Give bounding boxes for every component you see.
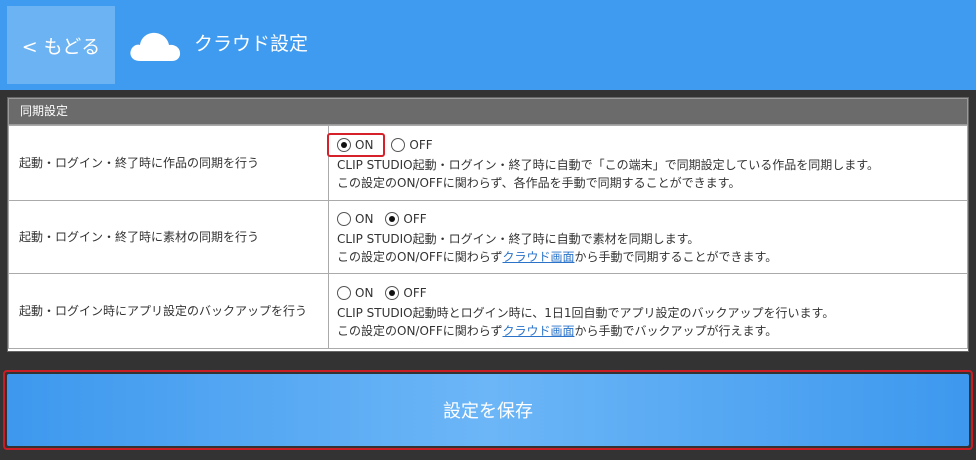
description-line: CLIP STUDIO起動・ログイン・終了時に自動で「この端末」で同期設定してい… (337, 158, 880, 172)
description-text: この設定のON/OFFに関わらず (337, 250, 503, 264)
setting-description: CLIP STUDIO起動・ログイン・終了時に自動で「この端末」で同期設定してい… (337, 156, 959, 192)
artwork-sync-off-radio[interactable]: OFF (391, 138, 433, 152)
settings-table: 起動・ログイン・終了時に作品の同期を行う ON OFF CLIP STUDIO起… (8, 125, 968, 349)
setting-label: 起動・ログイン・終了時に素材の同期を行う (8, 200, 329, 274)
cloud-screen-link[interactable]: クラウド画面 (502, 250, 574, 264)
description-line: CLIP STUDIO起動・ログイン・終了時に自動で素材を同期します。 (337, 232, 700, 246)
description-text: から手動で同期することができます。 (574, 250, 778, 264)
back-button[interactable]: < もどる (7, 6, 115, 84)
table-row: 起動・ログイン・終了時に素材の同期を行う ON OFF CLIP STUDIO起… (8, 200, 968, 274)
radio-label: OFF (403, 286, 427, 300)
setting-description: CLIP STUDIO起動時とログイン時に、1日1回自動でアプリ設定のバックアッ… (337, 304, 959, 340)
panel-title: 同期設定 (8, 98, 968, 125)
setting-cell: ON OFF CLIP STUDIO起動・ログイン・終了時に自動で素材を同期しま… (328, 200, 968, 274)
radio-label: OFF (409, 138, 433, 152)
radio-checked-icon (385, 212, 400, 226)
radio-unchecked-icon (337, 286, 351, 300)
radio-checked-icon (337, 138, 351, 152)
table-row: 起動・ログイン・終了時に作品の同期を行う ON OFF CLIP STUDIO起… (8, 125, 968, 201)
setting-label: 起動・ログイン・終了時に作品の同期を行う (8, 125, 329, 201)
radio-label: ON (355, 286, 374, 300)
description-text: この設定のON/OFFに関わらず (337, 324, 503, 338)
description-line: CLIP STUDIO起動時とログイン時に、1日1回自動でアプリ設定のバックアッ… (337, 306, 835, 320)
cloud-icon (130, 32, 181, 61)
save-button-frame: 設定を保存 (3, 370, 973, 450)
radio-label: ON (355, 212, 374, 226)
radio-checked-icon (385, 286, 400, 300)
radio-label: OFF (403, 212, 427, 226)
material-sync-on-radio[interactable]: ON (337, 212, 373, 226)
setting-label: 起動・ログイン時にアプリ設定のバックアップを行う (8, 273, 329, 349)
setting-description: CLIP STUDIO起動・ログイン・終了時に自動で素材を同期します。 この設定… (337, 230, 959, 266)
table-row: 起動・ログイン時にアプリ設定のバックアップを行う ON OFF CLIP STU… (8, 273, 968, 349)
description-line: この設定のON/OFFに関わらず、各作品を手動で同期することができます。 (337, 176, 741, 190)
backup-on-radio[interactable]: ON (337, 286, 373, 300)
radio-group: ON OFF (337, 282, 959, 304)
cloud-screen-link[interactable]: クラウド画面 (502, 324, 574, 338)
radio-group: ON OFF (337, 208, 959, 230)
description-line: この設定のON/OFFに関わらずクラウド画面から手動で同期することができます。 (337, 248, 959, 266)
header-bar: < もどる クラウド設定 (0, 0, 976, 90)
description-line: この設定のON/OFFに関わらずクラウド画面から手動でバックアップが行えます。 (337, 322, 959, 340)
artwork-sync-on-radio[interactable]: ON (327, 133, 386, 157)
setting-cell: ON OFF CLIP STUDIO起動・ログイン・終了時に自動で「この端末」で… (327, 125, 968, 201)
radio-group: ON OFF (327, 133, 959, 157)
material-sync-off-radio[interactable]: OFF (385, 212, 427, 226)
setting-cell: ON OFF CLIP STUDIO起動時とログイン時に、1日1回自動でアプリ設… (328, 273, 968, 349)
radio-unchecked-icon (337, 212, 351, 226)
description-text: から手動でバックアップが行えます。 (574, 324, 778, 338)
radio-label: ON (355, 138, 374, 152)
backup-off-radio[interactable]: OFF (385, 286, 427, 300)
radio-unchecked-icon (391, 138, 406, 152)
save-settings-button[interactable]: 設定を保存 (7, 374, 969, 446)
page-title: クラウド設定 (194, 33, 309, 55)
sync-settings-panel: 同期設定 起動・ログイン・終了時に作品の同期を行う ON OFF CLIP ST… (7, 97, 969, 352)
